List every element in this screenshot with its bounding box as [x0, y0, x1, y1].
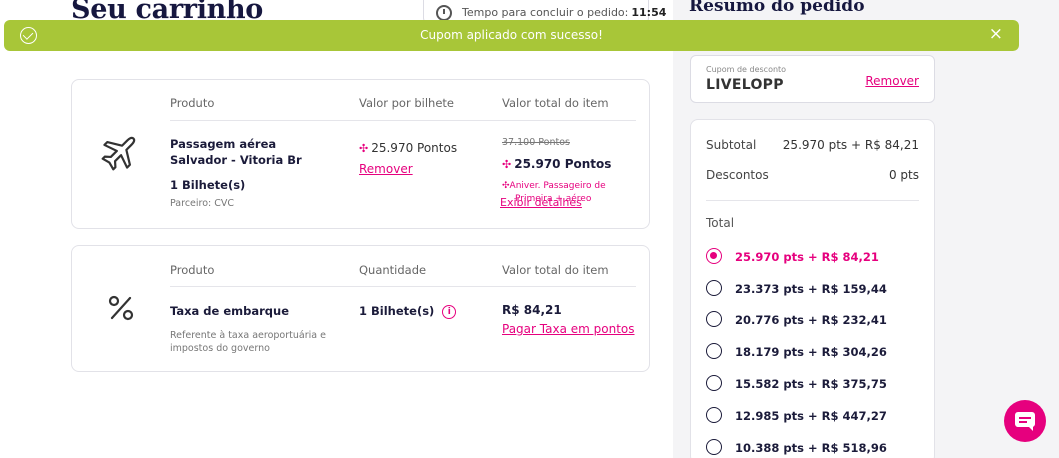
payment-option-label: 20.776 pts + R$ 232,41	[735, 313, 887, 327]
product-route: Salvador - Vitoria Br	[170, 153, 302, 167]
coupon-remove-link[interactable]: Remover	[865, 74, 919, 88]
col-header-product: Produto	[170, 263, 215, 277]
clock-icon	[436, 5, 452, 21]
radio-button[interactable]	[706, 311, 722, 327]
payment-option-label: 18.179 pts + R$ 304,26	[735, 345, 887, 359]
tax-description-line1: Referente à taxa aeroportuária e	[170, 330, 326, 341]
success-toast: Cupom aplicado com sucesso! ×	[4, 20, 1019, 51]
discount-value: 0 pts	[888, 168, 919, 182]
flight-item-card: Produto Valor por bilhete Valor total do…	[71, 79, 650, 229]
radio-button[interactable]	[706, 407, 722, 423]
payment-option-label: 25.970 pts + R$ 84,21	[735, 250, 879, 264]
col-header-quantity: Quantidade	[359, 263, 427, 277]
radio-button[interactable]	[706, 439, 722, 455]
chat-button[interactable]	[1004, 400, 1046, 442]
timer-value: 11:54	[631, 6, 667, 19]
item-total: ✣ 25.970 Pontos	[502, 157, 611, 171]
payment-option-label: 23.373 pts + R$ 159,44	[735, 282, 887, 296]
radio-selected[interactable]	[706, 248, 722, 264]
chat-icon-line	[1019, 421, 1027, 423]
radio-button[interactable]	[706, 280, 722, 296]
payment-option-label: 10.388 pts + R$ 518,96	[735, 441, 887, 455]
col-header-item-total: Valor total do item	[502, 263, 609, 277]
col-header-item-total: Valor total do item	[502, 96, 609, 110]
pay-tax-points-link[interactable]: Pagar Taxa em pontos	[502, 322, 635, 336]
show-details-link[interactable]: Exibir detalhes	[500, 196, 582, 209]
old-total: 37.100 Pontos	[502, 137, 570, 148]
total-label: Total	[706, 216, 735, 230]
radio-button[interactable]	[706, 343, 722, 359]
subtotal-label: Subtotal	[706, 138, 757, 152]
airplane-icon	[101, 136, 136, 171]
coupon-field[interactable]: Cupom de desconto LIVELOPP Remover	[690, 55, 935, 103]
discount-label: Descontos	[706, 168, 769, 182]
summary-title: Resumo do pedido	[689, 0, 865, 16]
remove-item-link[interactable]: Remover	[359, 162, 413, 176]
coupon-value: LIVELOPP	[706, 77, 784, 93]
radio-button[interactable]	[706, 375, 722, 391]
unit-value-text: 25.970 Pontos	[371, 141, 458, 155]
promo-text: Aniver. Passageiro de	[509, 181, 606, 191]
unit-value: ✣ 25.970 Pontos	[359, 141, 457, 155]
timer-label: Tempo para concluir o pedido:	[462, 6, 629, 19]
item-total-text: 25.970 Pontos	[514, 157, 612, 171]
product-quantity: 1 Bilhete(s)	[170, 178, 246, 192]
summary-box: Subtotal 25.970 pts + R$ 84,21 Descontos…	[690, 119, 935, 458]
points-icon: ✣	[502, 158, 512, 171]
promo-icon: ✣	[502, 181, 510, 191]
percent-icon	[108, 295, 134, 321]
tax-description-line2: impostos do governo	[170, 343, 270, 354]
chat-icon-line	[1019, 417, 1031, 419]
toast-message: Cupom aplicado com sucesso!	[420, 28, 603, 42]
info-icon[interactable]: i	[442, 304, 457, 319]
points-icon: ✣	[359, 142, 369, 155]
divider	[170, 286, 636, 287]
divider	[706, 200, 919, 201]
promo-label: ✣Aniver. Passageiro de	[502, 181, 606, 191]
subtotal-value: 25.970 pts + R$ 84,21	[782, 138, 919, 152]
payment-option-label: 12.985 pts + R$ 447,27	[735, 409, 887, 423]
col-header-product: Produto	[170, 96, 215, 110]
discount-row: Descontos 0 pts	[706, 168, 919, 182]
product-partner: Parceiro: CVC	[170, 198, 235, 209]
product-name: Passagem aérea	[170, 137, 277, 151]
chat-icon	[1015, 412, 1035, 431]
payment-option-label: 15.582 pts + R$ 375,75	[735, 377, 887, 391]
divider	[170, 120, 636, 121]
tax-product-name: Taxa de embarque	[170, 304, 290, 318]
timer-text: Tempo para concluir o pedido: 11:54	[462, 6, 666, 19]
col-header-unit-value: Valor por bilhete	[359, 96, 454, 110]
tax-quantity: 1 Bilhete(s) i	[359, 303, 457, 319]
tax-quantity-text: 1 Bilhete(s)	[359, 304, 435, 318]
coupon-label: Cupom de desconto	[706, 65, 787, 74]
close-icon[interactable]: ×	[989, 26, 1003, 43]
tax-total: R$ 84,21	[502, 303, 562, 317]
tax-item-card: Produto Quantidade Valor total do item T…	[71, 245, 650, 372]
subtotal-row: Subtotal 25.970 pts + R$ 84,21	[706, 138, 919, 152]
